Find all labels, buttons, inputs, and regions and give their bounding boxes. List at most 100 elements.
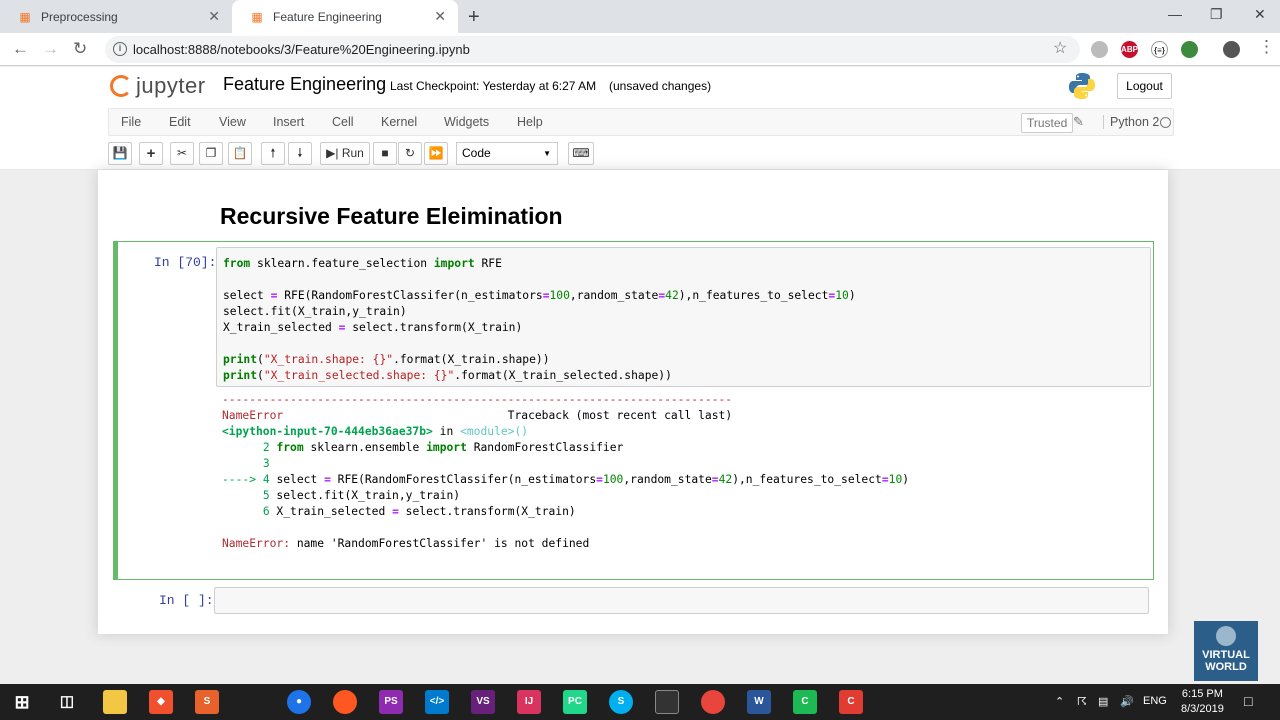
markdown-heading[interactable]: Recursive Feature Eleimination	[220, 203, 563, 230]
close-tab-icon[interactable]: ✕	[208, 9, 220, 23]
command-palette-button[interactable]: ⌨	[568, 142, 594, 165]
sublime-icon[interactable]: S	[195, 690, 219, 714]
windows-taskbar: ⊞ ◫ ◆ S ● PS </> VS IJ PC S W C C ⌃ ☈ ▤ …	[0, 684, 1280, 720]
pycharm-icon[interactable]: PC	[563, 690, 587, 714]
notifications-icon[interactable]: □	[1244, 693, 1252, 709]
camtasia-red-icon[interactable]: C	[839, 690, 863, 714]
page-scrollbar[interactable]	[1267, 170, 1280, 684]
paste-icon: 📋	[232, 146, 248, 160]
postman-icon[interactable]	[333, 690, 357, 714]
menubar: File Edit View Insert Cell Kernel Widget…	[108, 108, 1174, 136]
logout-button[interactable]: Logout	[1117, 73, 1172, 99]
copy-icon: ❐	[205, 146, 217, 160]
back-icon[interactable]: ←	[12, 39, 29, 59]
adblock-extension-icon[interactable]: ABP	[1121, 41, 1138, 58]
terminal-icon[interactable]	[655, 690, 679, 714]
notebook-title[interactable]: Feature Engineering	[223, 74, 386, 95]
cut-button[interactable]: ✂	[170, 142, 194, 165]
volume-icon[interactable]: 🔊	[1120, 695, 1134, 708]
interrupt-button[interactable]: ■	[373, 142, 397, 165]
jupyter-favicon-icon: ▦	[251, 9, 263, 24]
kernel-idle-indicator-icon	[1160, 117, 1171, 128]
kernel-name[interactable]: Python 2	[1103, 115, 1159, 129]
system-clock[interactable]: 6:15 PM 8/3/2019	[1181, 687, 1224, 717]
menu-cell[interactable]: Cell	[332, 115, 354, 129]
keyboard-icon: ⌨	[572, 146, 590, 160]
menu-view[interactable]: View	[219, 115, 246, 129]
menu-insert[interactable]: Insert	[273, 115, 304, 129]
menu-kernel[interactable]: Kernel	[381, 115, 417, 129]
reload-icon[interactable]: ↻	[73, 39, 87, 59]
menu-widgets[interactable]: Widgets	[444, 115, 489, 129]
windows-start-icon[interactable]: ⊞	[10, 690, 34, 714]
git-icon[interactable]: ◆	[149, 690, 173, 714]
menu-file[interactable]: File	[121, 115, 141, 129]
browser-tab-feature-engineering[interactable]: ▦ Feature Engineering ✕	[232, 0, 458, 33]
code-input-area[interactable]	[214, 587, 1149, 614]
close-window-icon[interactable]: ✕	[1254, 6, 1266, 23]
language-indicator[interactable]: ENG	[1143, 695, 1167, 707]
code-cell-empty[interactable]: In [ ]:	[118, 587, 1154, 617]
input-prompt: In [70]:	[154, 255, 217, 270]
run-button[interactable]: ▶| Run	[320, 142, 370, 165]
browser-menu-icon[interactable]: ⋮	[1258, 37, 1275, 57]
chrome-icon[interactable]	[701, 690, 725, 714]
paste-button[interactable]: 📋	[228, 142, 252, 165]
word-icon[interactable]: W	[747, 690, 771, 714]
url-text: localhost:8888/notebooks/3/Feature%20Eng…	[133, 42, 470, 57]
minimize-icon[interactable]: —	[1168, 6, 1182, 22]
traceback-line-num: 2	[262, 441, 270, 454]
phpstorm-icon[interactable]: PS	[379, 690, 403, 714]
chevron-down-icon: ▼	[543, 149, 551, 158]
vscode-icon[interactable]: </>	[425, 690, 449, 714]
move-up-button[interactable]: 🠕	[261, 142, 285, 165]
code-editor[interactable]: from sklearn.feature_selection import RF…	[223, 256, 856, 384]
restart-icon: ↻	[404, 146, 416, 160]
info-icon[interactable]: i	[113, 42, 127, 56]
intellij-icon[interactable]: IJ	[517, 690, 541, 714]
move-down-button[interactable]: 🠗	[288, 142, 312, 165]
network-icon[interactable]: ▤	[1098, 695, 1108, 708]
python-logo-icon	[1069, 73, 1095, 99]
url-input[interactable]: i localhost:8888/notebooks/3/Feature%20E…	[105, 36, 1080, 63]
save-icon: 💾	[112, 146, 128, 160]
menu-help[interactable]: Help	[517, 115, 543, 129]
stop-icon: ■	[381, 146, 389, 160]
skype-icon[interactable]: S	[609, 690, 633, 714]
copy-button[interactable]: ❐	[199, 142, 223, 165]
save-button[interactable]: 💾	[108, 142, 132, 165]
checkpoint-status: Last Checkpoint: Yesterday at 6:27 AM	[390, 79, 597, 93]
menu-edit[interactable]: Edit	[169, 115, 191, 129]
new-tab-icon[interactable]: +	[468, 6, 480, 29]
trusted-indicator[interactable]: Trusted	[1021, 113, 1074, 133]
vpn-extension-icon[interactable]	[1181, 41, 1198, 58]
traceback-module: <module>()	[460, 425, 529, 438]
arrow-down-icon: 🠗	[297, 146, 303, 160]
restart-run-all-button[interactable]: ⏩	[424, 142, 448, 165]
visual-studio-icon[interactable]: VS	[471, 690, 495, 714]
cell-type-select[interactable]: Code ▼	[456, 142, 558, 165]
jupyter-logo-text[interactable]: jupyter	[136, 73, 206, 99]
traceback-line-num: 5	[262, 489, 270, 502]
restart-button[interactable]: ↻	[398, 142, 422, 165]
traceback-arrow: ---->	[222, 473, 257, 486]
maps-icon[interactable]: ●	[287, 690, 311, 714]
code-input-area[interactable]: from sklearn.feature_selection import RF…	[216, 247, 1151, 387]
shield-extension-icon[interactable]	[1091, 41, 1108, 58]
forward-icon[interactable]: →	[42, 39, 59, 59]
input-prompt: In [ ]:	[159, 593, 214, 608]
browser-tab-preprocessing[interactable]: ▦ Preprocessing ✕	[0, 0, 232, 33]
people-icon[interactable]: ☈	[1077, 695, 1087, 708]
tray-overflow-icon[interactable]: ⌃	[1055, 695, 1064, 708]
json-extension-icon[interactable]: {≡}	[1151, 41, 1168, 58]
restore-icon[interactable]: ❐	[1210, 6, 1223, 23]
profile-avatar-icon[interactable]	[1223, 41, 1240, 58]
code-cell-selected[interactable]: In [70]: from sklearn.feature_selection …	[113, 241, 1154, 580]
file-explorer-icon[interactable]	[103, 690, 127, 714]
close-tab-icon[interactable]: ✕	[434, 9, 446, 23]
bookmark-star-icon[interactable]: ☆	[1053, 38, 1067, 58]
final-error-message: name 'RandomForestClassifer' is not defi…	[296, 537, 590, 550]
task-view-icon[interactable]: ◫	[55, 690, 79, 714]
camtasia-green-icon[interactable]: C	[793, 690, 817, 714]
insert-cell-button[interactable]: +	[139, 142, 163, 165]
